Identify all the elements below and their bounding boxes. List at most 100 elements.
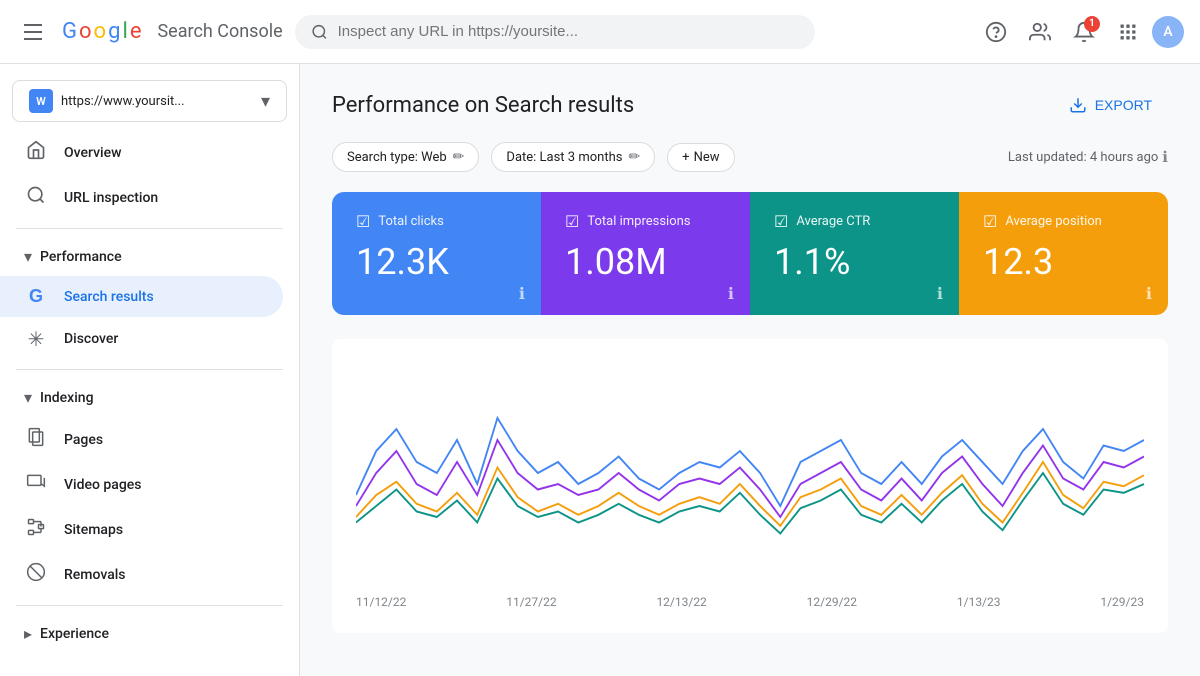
sidebar-divider-2 [16, 369, 283, 370]
collapse-experience-icon: ▸ [24, 624, 32, 643]
google-logo: Google [62, 19, 141, 44]
nav-discover-label: Discover [64, 331, 118, 347]
discover-icon: ✳ [24, 327, 48, 351]
clicks-info-icon[interactable]: ℹ [519, 284, 525, 303]
metric-total-impressions[interactable]: ☑ Total impressions 1.08M ℹ [541, 192, 750, 315]
edit-date-icon: ✏ [628, 149, 640, 165]
header-icons: 1 A [976, 12, 1184, 52]
x-label-0: 11/12/22 [356, 595, 406, 609]
site-favicon: W [29, 89, 53, 113]
content-area: Performance on Search results EXPORT Sea… [300, 64, 1200, 676]
nav-search-results-label: Search results [64, 289, 154, 305]
site-url: https://www.yoursit... [61, 94, 253, 109]
impressions-value: 1.08M [565, 241, 726, 283]
notifications-button[interactable]: 1 [1064, 12, 1104, 52]
nav-url-inspection[interactable]: URL inspection [0, 175, 283, 220]
nav-video-pages-label: Video pages [64, 477, 141, 493]
search-url-icon [24, 185, 48, 210]
video-pages-icon [24, 472, 48, 497]
metric-average-ctr[interactable]: ☑ Average CTR 1.1% ℹ [750, 192, 959, 315]
export-icon [1069, 96, 1087, 114]
nav-sitemaps[interactable]: Sitemaps [0, 507, 283, 552]
last-updated-text: Last updated: 4 hours ago [1008, 150, 1158, 165]
nav-search-results[interactable]: G Search results [0, 276, 283, 317]
search-type-label: Search type: Web [347, 150, 447, 165]
search-bar[interactable] [295, 15, 815, 49]
clicks-value: 12.3K [356, 241, 517, 283]
metric-total-clicks[interactable]: ☑ Total clicks 12.3K ℹ [332, 192, 541, 315]
avatar[interactable]: A [1152, 16, 1184, 48]
sidebar-divider-1 [16, 228, 283, 229]
nav-removals[interactable]: Removals [0, 552, 283, 597]
nav-video-pages[interactable]: Video pages [0, 462, 283, 507]
date-label: Date: Last 3 months [506, 150, 622, 165]
nav-sitemaps-label: Sitemaps [64, 522, 123, 538]
top-header: Google Search Console 1 A [0, 0, 1200, 64]
removals-icon [24, 562, 48, 587]
metric-average-position[interactable]: ☑ Average position 12.3 ℹ [959, 192, 1168, 315]
site-selector[interactable]: W https://www.yoursit... ▾ [12, 80, 287, 122]
impressions-check-icon: ☑ [565, 212, 579, 231]
performance-label: Performance [40, 249, 122, 265]
position-check-icon: ☑ [983, 212, 997, 231]
search-type-filter[interactable]: Search type: Web ✏ [332, 142, 479, 172]
page-header: Performance on Search results EXPORT [332, 88, 1168, 122]
home-icon [24, 140, 48, 165]
section-indexing[interactable]: ▾ Indexing [0, 378, 299, 417]
nav-overview[interactable]: Overview [0, 130, 283, 175]
ctr-value: 1.1% [774, 241, 935, 283]
help-button[interactable] [976, 12, 1016, 52]
sidebar: W https://www.yoursit... ▾ Overview URL … [0, 64, 300, 676]
apps-button[interactable] [1108, 12, 1148, 52]
pages-icon [24, 427, 48, 452]
chart-x-axis: 11/12/22 11/27/22 12/13/22 12/29/22 1/13… [356, 587, 1144, 609]
nav-url-label: URL inspection [64, 190, 158, 206]
impressions-info-icon[interactable]: ℹ [728, 284, 734, 303]
main-layout: W https://www.yoursit... ▾ Overview URL … [0, 64, 1200, 676]
nav-overview-label: Overview [64, 145, 121, 161]
export-button[interactable]: EXPORT [1053, 88, 1168, 122]
x-label-2: 12/13/22 [656, 595, 706, 609]
last-updated-info-icon: ℹ [1162, 148, 1168, 166]
nav-pages[interactable]: Pages [0, 417, 283, 462]
new-filter-label: New [694, 150, 720, 165]
filter-bar: Search type: Web ✏ Date: Last 3 months ✏… [332, 142, 1168, 172]
collapse-performance-icon: ▾ [24, 247, 32, 266]
x-label-5: 1/29/23 [1100, 595, 1144, 609]
section-experience[interactable]: ▸ Experience [0, 614, 299, 653]
clicks-check-icon: ☑ [356, 212, 370, 231]
search-icon [311, 23, 328, 41]
sidebar-divider-3 [16, 605, 283, 606]
nav-pages-label: Pages [64, 432, 103, 448]
impressions-label: ☑ Total impressions [565, 212, 726, 231]
google-g-icon: G [24, 286, 48, 307]
ctr-label: ☑ Average CTR [774, 212, 935, 231]
collapse-indexing-icon: ▾ [24, 388, 32, 407]
sitemaps-icon [24, 517, 48, 542]
new-filter-plus-icon: + [682, 150, 689, 165]
search-input[interactable] [338, 23, 799, 40]
nav-removals-label: Removals [64, 567, 126, 583]
ctr-check-icon: ☑ [774, 212, 788, 231]
edit-search-type-icon: ✏ [453, 149, 465, 165]
new-filter-button[interactable]: + New [667, 143, 734, 172]
performance-chart [356, 363, 1144, 583]
people-button[interactable] [1020, 12, 1060, 52]
last-updated: Last updated: 4 hours ago ℹ [1008, 148, 1168, 166]
x-label-3: 12/29/22 [807, 595, 857, 609]
date-filter[interactable]: Date: Last 3 months ✏ [491, 142, 655, 172]
nav-discover[interactable]: ✳ Discover [0, 317, 283, 361]
hamburger-button[interactable] [16, 16, 50, 48]
x-label-1: 11/27/22 [506, 595, 556, 609]
page-title: Performance on Search results [332, 93, 634, 118]
position-label: ☑ Average position [983, 212, 1144, 231]
product-name: Search Console [157, 21, 282, 42]
ctr-info-icon[interactable]: ℹ [937, 284, 943, 303]
section-performance[interactable]: ▾ Performance [0, 237, 299, 276]
position-info-icon[interactable]: ℹ [1146, 284, 1152, 303]
position-value: 12.3 [983, 241, 1144, 283]
x-label-4: 1/13/23 [957, 595, 1001, 609]
chart-container: 11/12/22 11/27/22 12/13/22 12/29/22 1/13… [332, 339, 1168, 633]
clicks-label: ☑ Total clicks [356, 212, 517, 231]
experience-label: Experience [40, 626, 109, 642]
